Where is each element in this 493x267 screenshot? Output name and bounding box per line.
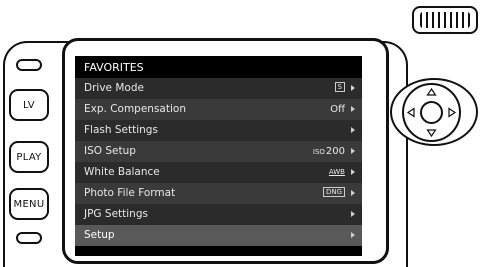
dpad-arrows <box>406 87 457 138</box>
chevron-right-icon <box>351 85 355 91</box>
lcd-screen: FAVORITES Drive Mode S Exp. Compensation… <box>75 56 362 256</box>
menu-item-label: Setup <box>84 229 115 241</box>
menu-item-flash-settings[interactable]: Flash Settings <box>75 120 362 141</box>
top-small-button[interactable] <box>16 59 42 71</box>
menu-item-label: JPG Settings <box>84 208 148 220</box>
menu-item-exp-compensation[interactable]: Exp. Compensation Off <box>75 99 362 120</box>
arrow-right-icon[interactable] <box>448 107 457 118</box>
menu-item-label: Flash Settings <box>84 124 158 136</box>
white-balance-value: AWB <box>328 168 345 176</box>
arrow-up-icon[interactable] <box>426 87 437 96</box>
iso-value: ISO200 <box>312 146 345 157</box>
menu-item-iso-setup[interactable]: ISO Setup ISO200 <box>75 141 362 162</box>
drive-mode-value: S <box>334 78 345 99</box>
menu-item-label: Exp. Compensation <box>84 103 186 115</box>
bottom-small-button[interactable] <box>16 232 42 244</box>
menu-item-white-balance[interactable]: White Balance AWB <box>75 162 362 183</box>
menu-item-photo-file-format[interactable]: Photo File Format DNG <box>75 183 362 204</box>
chevron-right-icon <box>351 148 355 154</box>
chevron-right-icon <box>351 106 355 112</box>
menu-item-drive-mode[interactable]: Drive Mode S <box>75 78 362 99</box>
chevron-right-icon <box>351 190 355 196</box>
menu-item-jpg-settings[interactable]: JPG Settings <box>75 204 362 225</box>
arrow-left-icon[interactable] <box>406 107 415 118</box>
exp-compensation-value: Off <box>330 104 345 115</box>
chevron-right-icon <box>351 232 355 238</box>
lv-button[interactable]: LV <box>9 89 49 121</box>
file-format-value: DNG <box>322 183 345 204</box>
menu-item-label: ISO Setup <box>84 145 136 157</box>
menu-item-label: Photo File Format <box>84 187 176 199</box>
chevron-right-icon <box>351 127 355 133</box>
control-dial[interactable] <box>412 6 478 34</box>
arrow-down-icon[interactable] <box>426 129 437 138</box>
menu-item-label: Drive Mode <box>84 82 144 94</box>
menu-item-label: White Balance <box>84 166 160 178</box>
chevron-right-icon <box>351 169 355 175</box>
chevron-right-icon <box>351 211 355 217</box>
play-button[interactable]: PLAY <box>9 141 49 173</box>
menu-item-setup[interactable]: Setup <box>75 225 362 246</box>
menu-button[interactable]: MENU <box>9 188 49 220</box>
dial-ridges <box>420 12 470 28</box>
menu-title: FAVORITES <box>75 56 362 78</box>
